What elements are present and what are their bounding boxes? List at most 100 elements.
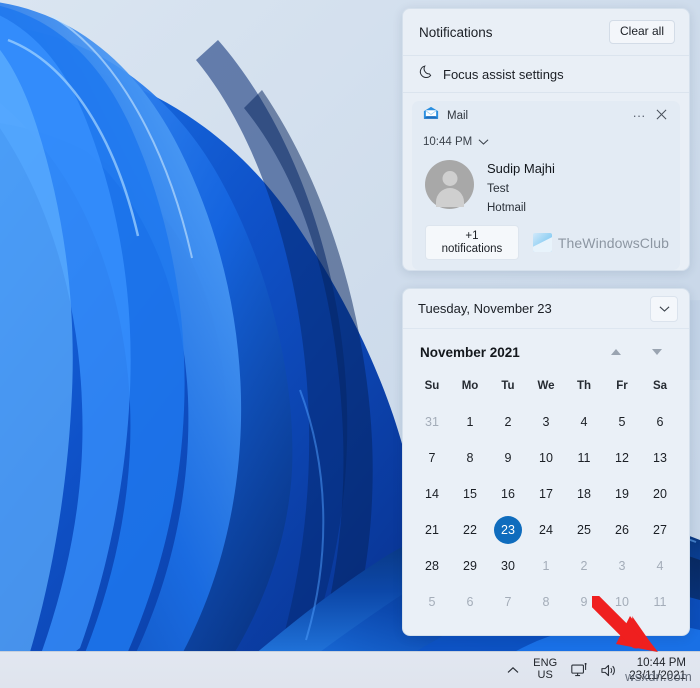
- notification-message: Sudip Majhi Test Hotmail: [487, 158, 555, 218]
- calendar-day[interactable]: 13: [641, 440, 679, 476]
- calendar-day[interactable]: 14: [413, 476, 451, 512]
- calendar-month-row: November 2021: [403, 329, 689, 368]
- calendar-day[interactable]: 17: [527, 476, 565, 512]
- calendar-day[interactable]: 8: [527, 584, 565, 620]
- calendar-day[interactable]: 1: [451, 404, 489, 440]
- calendar-day[interactable]: 8: [451, 440, 489, 476]
- triangle-down-icon: [652, 349, 662, 355]
- calendar-prev-button[interactable]: [606, 342, 626, 362]
- calendar-day-number: 3: [542, 415, 550, 429]
- calendar-collapse-button[interactable]: [650, 295, 678, 322]
- calendar-day[interactable]: 27: [641, 512, 679, 548]
- calendar-panel: Tuesday, November 23 November 2021 Su Mo T…: [402, 288, 690, 636]
- calendar-day-number: 25: [577, 523, 591, 537]
- calendar-day[interactable]: 4: [565, 404, 603, 440]
- thewindowsclub-text: TheWindowsClub: [557, 234, 669, 251]
- calendar-day-number: 9: [504, 451, 512, 465]
- notification-card[interactable]: Mail ··· 10:44 PM Sudip Majhi Test Hotma…: [412, 101, 680, 270]
- calendar-day[interactable]: 2: [565, 548, 603, 584]
- calendar-day-header: Fr: [616, 380, 628, 392]
- calendar-day-number: 7: [428, 451, 436, 465]
- focus-assist-settings-row[interactable]: Focus assist settings: [403, 56, 689, 93]
- page-watermark: wsxdn.com: [625, 669, 692, 684]
- calendar-day-number: 29: [463, 559, 477, 573]
- calendar-day[interactable]: 10: [603, 584, 641, 620]
- calendar-day[interactable]: 1: [527, 548, 565, 584]
- calendar-day[interactable]: 3: [527, 404, 565, 440]
- calendar-day[interactable]: 31: [413, 404, 451, 440]
- calendar-day-number: 7: [504, 595, 512, 609]
- calendar-day[interactable]: 24: [527, 512, 565, 548]
- clear-all-button[interactable]: Clear all: [608, 20, 675, 44]
- language-indicator[interactable]: ENG US: [525, 655, 565, 685]
- calendar-day-today[interactable]: 23: [489, 512, 527, 548]
- calendar-day-number: 10: [539, 451, 553, 465]
- calendar-day-number: 8: [542, 595, 550, 609]
- calendar-day[interactable]: 5: [603, 404, 641, 440]
- calendar-day-number: 3: [618, 559, 626, 573]
- calendar-day[interactable]: 30: [489, 548, 527, 584]
- calendar-day-number: 10: [615, 595, 629, 609]
- calendar-day[interactable]: 26: [603, 512, 641, 548]
- calendar-day[interactable]: 29: [451, 548, 489, 584]
- calendar-day[interactable]: 22: [451, 512, 489, 548]
- calendar-day[interactable]: 16: [489, 476, 527, 512]
- calendar-day-number: 30: [501, 559, 515, 573]
- calendar-day[interactable]: 9: [489, 440, 527, 476]
- calendar-day[interactable]: 5: [413, 584, 451, 620]
- calendar-day-number: 1: [542, 559, 550, 573]
- calendar-day-header: Th: [576, 380, 592, 392]
- calendar-header: Tuesday, November 23: [403, 289, 689, 329]
- mail-envelope-icon: [423, 106, 439, 125]
- show-hidden-icons-button[interactable]: [501, 655, 525, 685]
- calendar-day[interactable]: 15: [451, 476, 489, 512]
- speaker-icon[interactable]: [594, 655, 623, 685]
- calendar-day-number: 24: [539, 523, 553, 537]
- calendar-day-number: 23: [494, 516, 522, 544]
- calendar-day-number: 11: [653, 595, 667, 609]
- calendar-day[interactable]: 11: [565, 440, 603, 476]
- calendar-day-number: 12: [615, 451, 629, 465]
- chevron-down-icon[interactable]: [478, 133, 489, 151]
- calendar-day[interactable]: 20: [641, 476, 679, 512]
- calendar-grid: Su Mo Tu We Th Fr Sa 31 1 2 3 4 5 6 7 8 9 10 11 12 13 14 15 16 1…: [403, 368, 689, 620]
- notification-time-row: 10:44 PM: [412, 130, 680, 152]
- calendar-month-label: November 2021: [420, 344, 520, 360]
- ellipsis-icon[interactable]: ···: [628, 109, 650, 122]
- calendar-day[interactable]: 25: [565, 512, 603, 548]
- calendar-day-number: 18: [577, 487, 591, 501]
- calendar-day[interactable]: 9: [565, 584, 603, 620]
- calendar-day[interactable]: 2: [489, 404, 527, 440]
- chevron-up-icon: [507, 666, 519, 677]
- calendar-day[interactable]: 6: [641, 404, 679, 440]
- calendar-day[interactable]: 6: [451, 584, 489, 620]
- calendar-day[interactable]: 7: [413, 440, 451, 476]
- calendar-next-button[interactable]: [647, 342, 667, 362]
- more-notifications-button[interactable]: +1 notifications: [425, 225, 519, 261]
- calendar-day-header: Su: [424, 380, 440, 392]
- calendar-day[interactable]: 7: [489, 584, 527, 620]
- calendar-day-number: 26: [615, 523, 629, 537]
- calendar-day[interactable]: 21: [413, 512, 451, 548]
- calendar-day[interactable]: 3: [603, 548, 641, 584]
- calendar-day-number: 6: [656, 415, 664, 429]
- calendar-day-number: 15: [463, 487, 477, 501]
- thewindowsclub-watermark: TheWindowsClub: [532, 233, 669, 253]
- notification-account: Hotmail: [487, 202, 526, 215]
- notification-card-header: Mail ···: [412, 101, 680, 130]
- calendar-day[interactable]: 10: [527, 440, 565, 476]
- calendar-day[interactable]: 11: [641, 584, 679, 620]
- calendar-day[interactable]: 4: [641, 548, 679, 584]
- calendar-day-number: 5: [618, 415, 626, 429]
- calendar-day[interactable]: 18: [565, 476, 603, 512]
- desktop-screen: Notifications Clear all Focus assist set…: [0, 0, 700, 688]
- calendar-day-number: 11: [577, 451, 591, 465]
- calendar-day[interactable]: 28: [413, 548, 451, 584]
- notifications-panel: Notifications Clear all Focus assist set…: [402, 8, 690, 271]
- close-icon[interactable]: [650, 109, 672, 122]
- notification-subject: Test: [487, 180, 510, 195]
- network-monitor-icon[interactable]: [565, 655, 594, 685]
- calendar-day[interactable]: 12: [603, 440, 641, 476]
- calendar-day-number: 19: [615, 487, 629, 501]
- calendar-day[interactable]: 19: [603, 476, 641, 512]
